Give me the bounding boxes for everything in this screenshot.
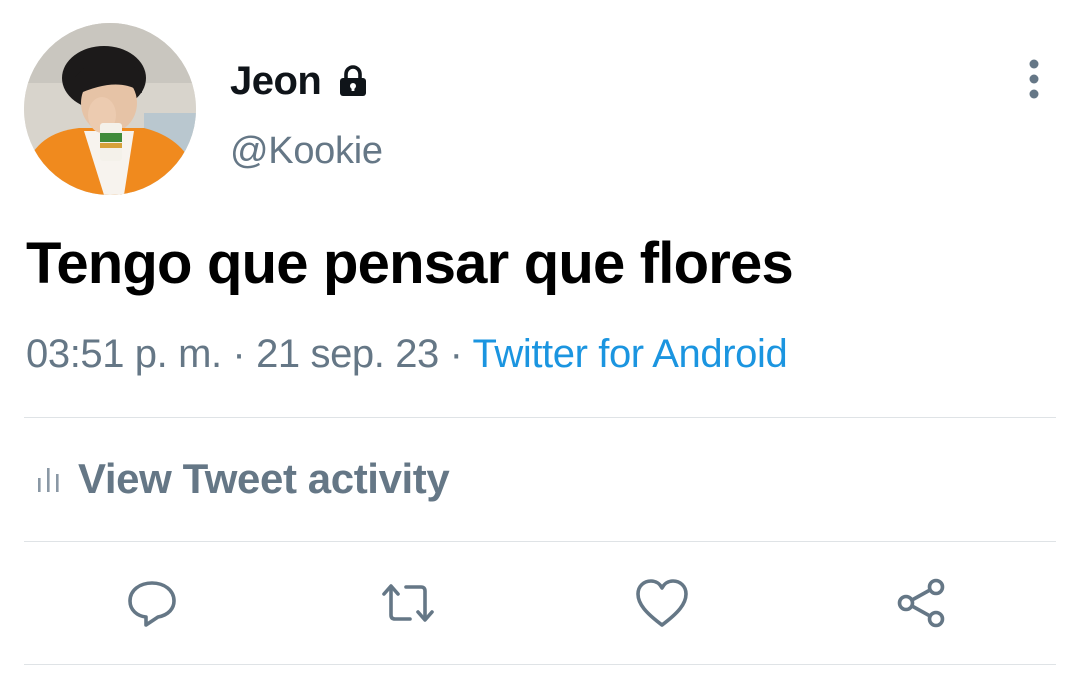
tweet-time[interactable]: 03:51 p. m. [26, 332, 222, 376]
tweet-text: Tengo que pensar que flores [26, 231, 794, 296]
view-tweet-activity-label: View Tweet activity [78, 455, 450, 502]
retweet-button[interactable] [380, 575, 436, 631]
meta-separator: · [221, 332, 257, 376]
author-name-row: Jeon [230, 56, 371, 106]
tweet-meta: 03:51 p. m. · 21 sep. 23 · Twitter for A… [26, 332, 788, 377]
share-icon [897, 578, 945, 628]
like-button[interactable] [634, 575, 690, 631]
view-tweet-activity-button[interactable]: View Tweet activity [36, 455, 450, 503]
divider [24, 541, 1056, 542]
retweet-icon [382, 584, 434, 622]
reply-icon [128, 581, 176, 627]
share-button[interactable] [894, 575, 950, 631]
more-options-icon[interactable] [1018, 58, 1050, 102]
heart-icon [636, 579, 688, 627]
divider [24, 417, 1056, 418]
meta-separator: · [438, 332, 473, 376]
divider [24, 664, 1056, 665]
avatar-image [24, 23, 196, 195]
reply-button[interactable] [124, 575, 180, 631]
tweet-source-link[interactable]: Twitter for Android [473, 332, 788, 376]
author-handle[interactable]: @Kookie [230, 130, 383, 173]
tweet-date[interactable]: 21 sep. 23 [256, 332, 439, 376]
display-name[interactable]: Jeon [230, 59, 322, 104]
avatar[interactable] [24, 23, 196, 195]
tweet-card: Jeon @Kookie Tengo que pensar que flores… [0, 0, 1080, 680]
lock-icon [335, 63, 371, 99]
activity-chart-icon [36, 464, 62, 494]
